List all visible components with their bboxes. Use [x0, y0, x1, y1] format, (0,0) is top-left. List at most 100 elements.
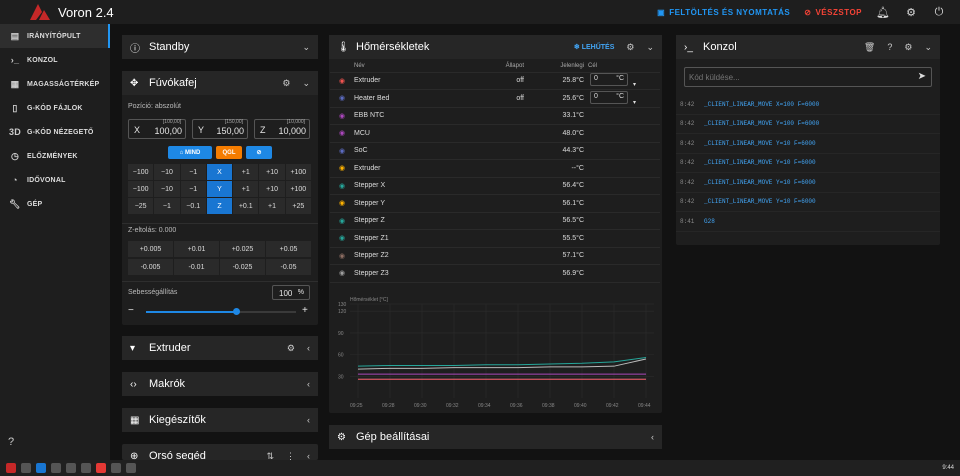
- chevron-left-icon[interactable]: ‹: [651, 432, 654, 442]
- chevron-down-icon[interactable]: ⌄: [924, 42, 932, 53]
- minus-icon[interactable]: −: [128, 305, 134, 316]
- sidebar-item[interactable]: ▦ MAGASSÁGTÉRKÉP: [0, 72, 110, 96]
- sidebar-item[interactable]: ▤ IRÁNYÍTÓPULT: [0, 24, 110, 48]
- z-position-field[interactable]: Z [10,000] 10,000: [254, 119, 310, 139]
- jog-button[interactable]: +0.01: [174, 241, 220, 257]
- jog-button[interactable]: −1: [180, 164, 207, 180]
- chevron-down-icon[interactable]: ⌄: [646, 42, 654, 53]
- jog-button[interactable]: +1: [233, 181, 260, 197]
- app-icon[interactable]: [36, 463, 46, 473]
- jog-button[interactable]: +100: [285, 164, 312, 180]
- jog-button[interactable]: +10: [259, 181, 286, 197]
- sort-icon[interactable]: ⇅: [266, 451, 274, 461]
- jog-button[interactable]: -0.05: [266, 259, 312, 275]
- sensor-name[interactable]: Stepper Y: [354, 194, 478, 213]
- chevron-down-icon[interactable]: ⌄: [302, 78, 310, 89]
- help-icon[interactable]: ?: [8, 436, 14, 448]
- chevron-left-icon[interactable]: ‹: [307, 451, 310, 460]
- send-icon[interactable]: ➤: [918, 71, 926, 82]
- jog-button[interactable]: −10: [154, 164, 181, 180]
- jog-button[interactable]: +0.005: [128, 241, 174, 257]
- more-icon[interactable]: ⋮: [286, 451, 295, 461]
- app-icon[interactable]: [66, 463, 76, 473]
- jog-button[interactable]: −1: [180, 181, 207, 197]
- sidebar-item[interactable]: 3D G-KÓD NÉZEGETŐ: [0, 120, 110, 144]
- console-command[interactable]: _CLIENT_LINEAR_MOVE Y=10 F=6000: [704, 198, 816, 205]
- jog-button[interactable]: -0.025: [220, 259, 266, 275]
- jog-button[interactable]: X: [206, 164, 234, 180]
- app-icon[interactable]: [96, 463, 106, 473]
- jog-button[interactable]: +10: [259, 164, 286, 180]
- console-command[interactable]: _CLIENT_LINEAR_MOVE Y=10 F=6000: [704, 140, 816, 147]
- jog-button[interactable]: +25: [285, 198, 312, 214]
- app-icon[interactable]: [126, 463, 136, 473]
- jog-button[interactable]: Z: [206, 198, 234, 214]
- jog-button[interactable]: −0.1: [180, 198, 207, 214]
- sidebar-item[interactable]: ›_ KONZOL: [0, 48, 110, 72]
- sidebar-item[interactable]: ◷ ELŐZMÉNYEK: [0, 144, 110, 168]
- jog-button[interactable]: −1: [154, 198, 181, 214]
- emergency-stop-button[interactable]: ⊘ VÉSZSTOP: [804, 8, 862, 17]
- sensor-name[interactable]: Stepper X: [354, 177, 478, 195]
- console-command[interactable]: _CLIENT_LINEAR_MOVE Y=10 F=6000: [704, 159, 816, 166]
- help-icon[interactable]: ?: [887, 42, 892, 52]
- sensor-name[interactable]: EBB NTC: [354, 107, 478, 125]
- sensor-name[interactable]: Stepper Z1: [354, 229, 478, 248]
- console-command[interactable]: _CLIENT_LINEAR_MOVE X=100 F=6000: [704, 101, 819, 108]
- y-position-field[interactable]: Y [150,00] 150,00: [192, 119, 248, 139]
- jog-button[interactable]: -0.01: [174, 259, 220, 275]
- app-icon[interactable]: [111, 463, 121, 473]
- sensor-name[interactable]: Stepper Z: [354, 212, 478, 230]
- chevron-left-icon[interactable]: ‹: [307, 415, 310, 425]
- app-icon[interactable]: [51, 463, 61, 473]
- cooldown-button[interactable]: ❄ LEHŰTÉS: [574, 43, 614, 51]
- app-icon[interactable]: [81, 463, 91, 473]
- chevron-left-icon[interactable]: ‹: [307, 379, 310, 389]
- sidebar-item[interactable]: ▯ G-KÓD FÁJLOK: [0, 96, 110, 120]
- console-command[interactable]: _CLIENT_LINEAR_MOVE Y=100 F=6000: [704, 120, 819, 127]
- upload-print-button[interactable]: ▣ FELTÖLTÉS ÉS NYOMTATÁS: [657, 8, 790, 17]
- qgl-button[interactable]: QGL: [216, 146, 242, 159]
- sensor-name[interactable]: Stepper Z2: [354, 247, 478, 265]
- jog-button[interactable]: +1: [233, 164, 260, 180]
- gear-icon[interactable]: ⚙: [282, 78, 290, 89]
- jog-button[interactable]: -0.005: [128, 259, 174, 275]
- gear-icon[interactable]: ⚙: [904, 42, 912, 53]
- sensor-name[interactable]: Extruder: [354, 159, 478, 178]
- speed-slider[interactable]: [146, 308, 296, 315]
- jog-button[interactable]: +0.1: [233, 198, 260, 214]
- jog-button[interactable]: +0.05: [266, 241, 312, 257]
- gear-icon[interactable]: ⚙: [904, 6, 918, 19]
- jog-button[interactable]: +100: [285, 181, 312, 197]
- gear-icon[interactable]: ⚙: [626, 42, 634, 53]
- sidebar-item[interactable]: 🔧︎ GÉP: [0, 192, 110, 216]
- power-icon[interactable]: ⏻: [932, 6, 946, 19]
- home-all-button[interactable]: ⌂ MIND: [168, 146, 212, 159]
- dropdown-icon[interactable]: ▾: [633, 100, 636, 106]
- x-position-field[interactable]: X [100,00] 100,00: [128, 119, 186, 139]
- sensor-name[interactable]: Stepper Z3: [354, 264, 478, 283]
- jog-button[interactable]: −10: [154, 181, 181, 197]
- slider-thumb[interactable]: [233, 308, 240, 315]
- jog-button[interactable]: −100: [128, 181, 155, 197]
- sensor-name[interactable]: MCU: [354, 124, 478, 143]
- chevron-left-icon[interactable]: ‹: [307, 343, 310, 353]
- app-icon[interactable]: [6, 463, 16, 473]
- jog-button[interactable]: +1: [259, 198, 286, 214]
- motors-off-button[interactable]: ⊘: [246, 146, 272, 159]
- trash-icon[interactable]: 🗑︎: [864, 42, 875, 53]
- target-temp-input[interactable]: 0 °C: [590, 90, 628, 104]
- gcode-input[interactable]: [689, 71, 899, 83]
- jog-button[interactable]: −25: [128, 198, 155, 214]
- target-temp-input[interactable]: 0 °C: [590, 73, 628, 87]
- sensor-name[interactable]: Heater Bed: [354, 89, 478, 108]
- dropdown-icon[interactable]: ▾: [633, 82, 636, 88]
- console-command[interactable]: _CLIENT_LINEAR_MOVE Y=10 F=6000: [704, 179, 816, 186]
- speed-factor-input[interactable]: 100 %: [272, 285, 310, 300]
- jog-button[interactable]: −100: [128, 164, 155, 180]
- jog-button[interactable]: Y: [206, 181, 234, 197]
- jog-button[interactable]: +0.025: [220, 241, 266, 257]
- plus-icon[interactable]: +: [302, 305, 308, 316]
- console-command[interactable]: G28: [704, 218, 715, 225]
- sensor-name[interactable]: Extruder: [354, 72, 478, 90]
